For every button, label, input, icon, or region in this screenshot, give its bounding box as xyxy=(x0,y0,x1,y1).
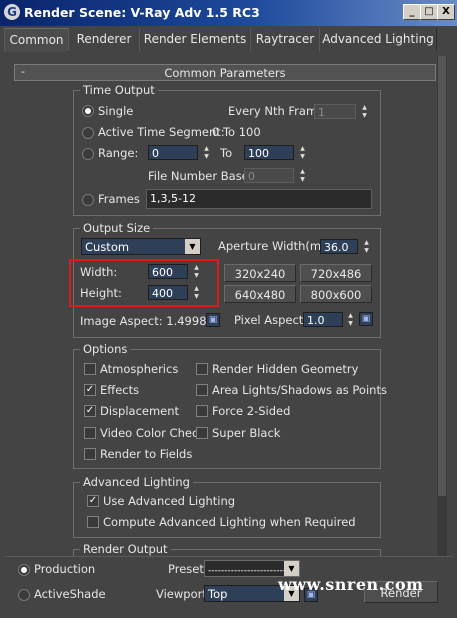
range-from-field[interactable]: 0 xyxy=(148,145,198,160)
force-2-sided-checkbox[interactable] xyxy=(196,405,208,417)
file-number-base-spinner[interactable]: ▲ ▼ xyxy=(298,168,307,183)
atmospherics-checkbox[interactable] xyxy=(84,363,96,375)
tab-bar: Common Renderer Render Elements Raytrace… xyxy=(4,28,451,52)
window-title: Render Scene: V-Ray Adv 1.5 RC3 xyxy=(24,5,260,20)
pixel-aspect-lock-icon[interactable]: ▣ xyxy=(359,312,373,326)
time-output-title: Time Output xyxy=(80,83,158,97)
preset-720x486-button[interactable]: 720x486 xyxy=(300,264,372,282)
super-black-checkbox[interactable] xyxy=(196,427,208,439)
render-hidden-geometry-checkbox[interactable] xyxy=(196,363,208,375)
use-advanced-lighting-label: Use Advanced Lighting xyxy=(103,494,236,508)
viewport-label: Viewport: xyxy=(156,587,211,601)
range-to-spinner[interactable]: ▲ ▼ xyxy=(298,145,307,160)
file-number-base-label: File Number Base: xyxy=(148,169,253,183)
image-aspect-lock-icon[interactable]: ▣ xyxy=(206,313,220,327)
highlight-annotation-box xyxy=(69,259,219,307)
force-2-sided-label: Force 2-Sided xyxy=(212,404,291,418)
preset-800x600-button[interactable]: 800x600 xyxy=(300,285,372,303)
output-size-title: Output Size xyxy=(80,221,154,235)
panel-scrollbar[interactable] xyxy=(437,56,447,556)
every-nth-frame-spinner[interactable]: ▲ ▼ xyxy=(360,104,369,119)
file-number-base-field[interactable]: 0 xyxy=(244,168,294,183)
viewport-select-value: Top xyxy=(208,587,228,601)
displacement-label: Displacement xyxy=(100,404,180,418)
active-time-segment-label: Active Time Segment: xyxy=(98,125,225,139)
tab-raytracer[interactable]: Raytracer xyxy=(250,28,320,51)
minimize-button[interactable]: _ xyxy=(403,4,421,20)
effects-label: Effects xyxy=(100,383,140,397)
tab-renderer[interactable]: Renderer xyxy=(68,28,140,51)
area-lights-shadows-checkbox[interactable] xyxy=(196,384,208,396)
production-radio[interactable] xyxy=(18,564,30,576)
advanced-lighting-title: Advanced Lighting xyxy=(80,475,193,489)
compute-advanced-lighting-label: Compute Advanced Lighting when Required xyxy=(103,515,356,529)
range-to-label: To xyxy=(220,146,233,160)
chevron-down-icon[interactable]: ▼ xyxy=(185,239,200,254)
frames-field[interactable]: 1,3,5-12 xyxy=(146,189,372,209)
range-label: Range: xyxy=(98,146,139,160)
title-bar: G Render Scene: V-Ray Adv 1.5 RC3 _ □ X xyxy=(0,0,457,26)
displacement-checkbox[interactable]: ✓ xyxy=(84,405,96,417)
output-size-preset-select[interactable]: Custom ▼ xyxy=(81,238,201,255)
every-nth-frame-field[interactable]: 1 xyxy=(314,104,356,119)
output-size-preset-value: Custom xyxy=(85,240,130,254)
range-to-field[interactable]: 100 xyxy=(244,145,294,160)
pixel-aspect-field[interactable]: 1.0 xyxy=(303,312,343,327)
tab-common[interactable]: Common xyxy=(4,28,69,52)
preset-640x480-button[interactable]: 640x480 xyxy=(224,285,296,303)
super-black-label: Super Black xyxy=(212,426,281,440)
activeshade-radio[interactable] xyxy=(18,589,30,601)
compute-advanced-lighting-checkbox[interactable] xyxy=(87,516,99,528)
chevron-down-icon[interactable]: ▼ xyxy=(284,561,299,576)
pixel-aspect-label: Pixel Aspect: xyxy=(234,313,308,327)
use-advanced-lighting-checkbox[interactable]: ✓ xyxy=(87,495,99,507)
area-lights-shadows-label: Area Lights/Shadows as Points xyxy=(212,383,387,397)
render-hidden-geometry-label: Render Hidden Geometry xyxy=(212,362,359,376)
rollout-title: Common Parameters xyxy=(164,66,286,80)
atmospherics-label: Atmospherics xyxy=(100,362,179,376)
maximize-button[interactable]: □ xyxy=(420,4,438,20)
aperture-width-field[interactable]: 36.0 xyxy=(320,239,358,254)
render-output-title: Render Output xyxy=(80,542,171,556)
video-color-check-checkbox[interactable] xyxy=(84,427,96,439)
options-title: Options xyxy=(80,342,131,356)
frames-radio[interactable] xyxy=(82,194,94,206)
render-to-fields-label: Render to Fields xyxy=(100,447,193,461)
watermark-text: www.snren.com xyxy=(278,575,424,594)
range-radio[interactable] xyxy=(82,148,94,160)
single-label: Single xyxy=(98,104,134,118)
close-button[interactable]: X xyxy=(437,4,455,20)
active-time-segment-radio[interactable] xyxy=(82,127,94,139)
advanced-lighting-group xyxy=(73,482,381,538)
pixel-aspect-spinner[interactable]: ▲ ▼ xyxy=(346,312,355,327)
common-parameters-rollout[interactable]: - Common Parameters xyxy=(14,64,436,81)
tab-advanced-lighting[interactable]: Advanced Lighting xyxy=(319,28,437,51)
preset-320x240-button[interactable]: 320x240 xyxy=(224,264,296,282)
aperture-width-spinner[interactable]: ▲ ▼ xyxy=(362,239,371,254)
video-color-check-label: Video Color Check xyxy=(100,426,205,440)
render-to-fields-checkbox[interactable] xyxy=(84,448,96,460)
scrollbar-thumb[interactable] xyxy=(438,56,446,496)
activeshade-label: ActiveShade xyxy=(34,587,106,601)
tab-render-elements[interactable]: Render Elements xyxy=(139,28,251,51)
render-scene-window: G Render Scene: V-Ray Adv 1.5 RC3 _ □ X … xyxy=(0,0,457,618)
frames-label: Frames xyxy=(98,192,140,206)
range-from-spinner[interactable]: ▲ ▼ xyxy=(202,145,211,160)
image-aspect-label: Image Aspect: 1.49981 xyxy=(80,314,214,328)
single-radio[interactable] xyxy=(82,105,94,117)
active-time-segment-value: 0 To 100 xyxy=(212,125,261,139)
effects-checkbox[interactable]: ✓ xyxy=(84,384,96,396)
preset-label: Preset: xyxy=(168,562,208,576)
production-label: Production xyxy=(34,562,96,576)
app-icon: G xyxy=(4,4,20,20)
